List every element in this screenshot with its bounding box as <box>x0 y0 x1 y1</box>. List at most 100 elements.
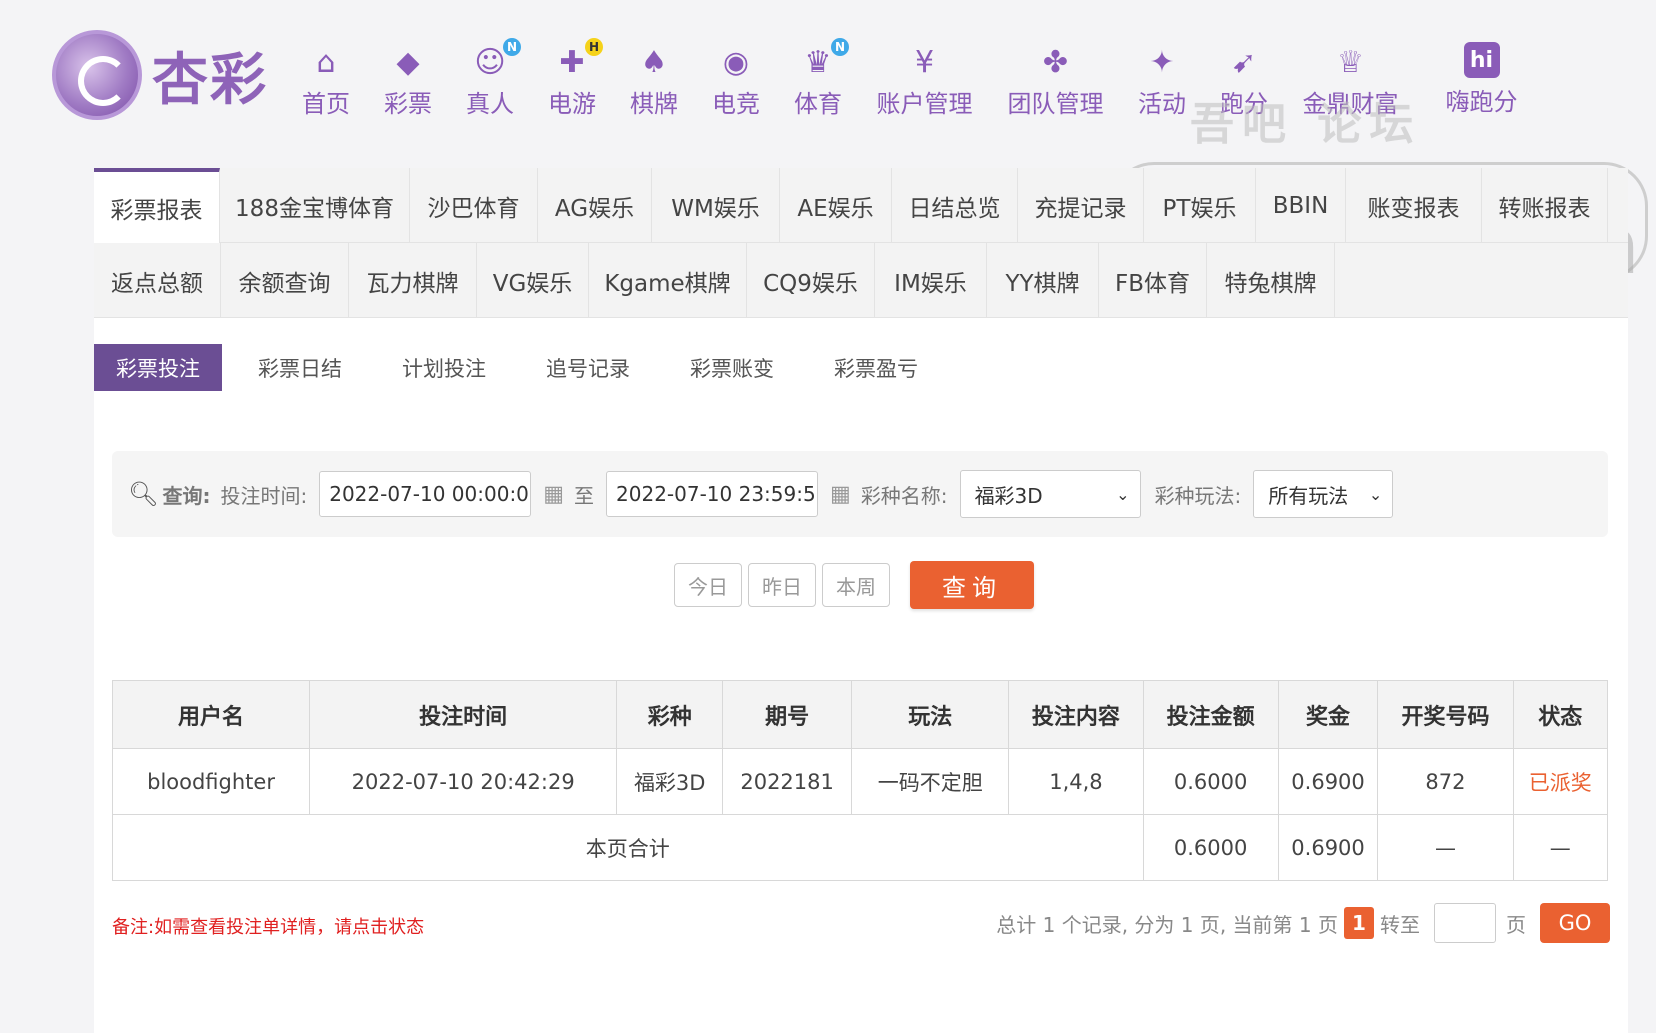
calendar-icon[interactable]: ▦ <box>830 482 851 507</box>
tab-tabs_row1-3[interactable]: AG娱乐 <box>538 168 652 243</box>
page-total-bonus: 0.6900 <box>1277 814 1379 881</box>
nav-item-5[interactable]: ◉ 电竞 <box>695 38 777 119</box>
end-time-input[interactable] <box>606 471 819 517</box>
search-button[interactable]: 查询 <box>910 561 1034 609</box>
pagination: 总计 1 个记录, 分为 1 页, 当前第 1 页 1 转至 页 GO <box>996 903 1610 943</box>
nav-badge: N <box>831 38 849 56</box>
logo-emblem-icon <box>52 30 142 120</box>
tab-tabs_row2-2[interactable]: 瓦力棋牌 <box>349 243 477 318</box>
column-header: 奖金 <box>1277 680 1379 749</box>
tab-tabs_row2-0[interactable]: 返点总额 <box>94 243 221 318</box>
game-name-select[interactable]: 福彩3D ⌄ <box>959 470 1141 518</box>
nav-item-label: 真人 <box>466 90 514 118</box>
nav-item-9[interactable]: ✦ 活动 <box>1121 38 1203 119</box>
bet-records-table: 用户名 投注时间 彩种 期号 玩法 投注内容 投注金额 奖金 开奖号码 状态 bloodfight… <box>111 680 1609 881</box>
lottery-ticket-icon: ◆ <box>396 45 420 80</box>
nav-item-8[interactable]: ✤ 团队管理 <box>990 38 1121 119</box>
bet-time-label: 投注时间: <box>220 483 308 508</box>
play-type-label: 彩种玩法: <box>1154 483 1242 508</box>
table-total-row: 本页合计 0.6000 0.6900 — — <box>112 814 1609 881</box>
tab-tabs_row2-8[interactable]: FB体育 <box>1099 243 1207 318</box>
subtab-4[interactable]: 彩票账变 <box>668 344 796 391</box>
tab-tabs_row2-3[interactable]: VG娱乐 <box>477 243 589 318</box>
table-cell: bloodfighter <box>111 748 311 815</box>
subtab-2[interactable]: 计划投注 <box>380 344 508 391</box>
column-header: 状态 <box>1512 680 1609 749</box>
column-header: 投注内容 <box>1008 680 1144 749</box>
tab-tabs_row1-0[interactable]: 彩票报表 <box>94 168 220 243</box>
nav-item-4[interactable]: ♠ 棋牌 <box>613 38 695 119</box>
nav-item-10[interactable]: ➹ 跑分 <box>1203 38 1285 119</box>
subtab-1[interactable]: 彩票日结 <box>236 344 364 391</box>
tab-tabs_row1-5[interactable]: AE娱乐 <box>780 168 892 243</box>
current-page-button[interactable]: 1 <box>1344 907 1374 939</box>
nav-item-0[interactable]: ⌂ 首页 <box>285 38 367 119</box>
nav-item-label: 体育 <box>794 90 842 118</box>
go-button[interactable]: GO <box>1540 903 1610 943</box>
tab-tabs_row2-1[interactable]: 余额查询 <box>221 243 349 318</box>
tab-tabs_row1-11[interactable]: 转账报表 <box>1482 168 1608 243</box>
calendar-icon[interactable]: ▦ <box>543 482 564 507</box>
tab-tabs_row1-8[interactable]: PT娱乐 <box>1144 168 1256 243</box>
gift-icon: ✦ <box>1149 45 1175 80</box>
tab-tabs_row1-6[interactable]: 日结总览 <box>892 168 1018 243</box>
column-header: 玩法 <box>851 680 1010 749</box>
table-header-row: 用户名 投注时间 彩种 期号 玩法 投注内容 投注金额 奖金 开奖号码 状态 <box>111 680 1609 749</box>
subtab-0[interactable]: 彩票投注 <box>94 344 222 391</box>
page-unit-label: 页 <box>1506 912 1526 937</box>
nav-item-label: 电游 <box>548 90 596 118</box>
game-name-label: 彩种名称: <box>860 483 948 508</box>
tab-tabs_row2-7[interactable]: YY棋牌 <box>987 243 1099 318</box>
nav-item-2[interactable]: ☺ N 真人 <box>449 38 531 119</box>
hi-app-icon: hi <box>1463 42 1500 78</box>
query-title: 查询: <box>162 483 211 508</box>
tab-tabs_row1-2[interactable]: 沙巴体育 <box>410 168 538 243</box>
tab-tabs_row2-4[interactable]: Kgame棋牌 <box>589 243 747 318</box>
tab-tabs_row2-6[interactable]: IM娱乐 <box>875 243 987 318</box>
team-icon: ✤ <box>1042 45 1069 80</box>
nav-item-label: 电竞 <box>712 90 760 118</box>
tab-tabs_row1-1[interactable]: 188金宝博体育 <box>220 168 410 243</box>
running-icon: ➹ <box>1231 45 1257 80</box>
tab-tabs_row1-7[interactable]: 充提记录 <box>1018 168 1144 243</box>
nav-item-6[interactable]: ♛ N 体育 <box>777 38 859 119</box>
search-icon: 🔍︎ <box>128 480 159 508</box>
subtab-5[interactable]: 彩票盈亏 <box>812 344 940 391</box>
column-header: 期号 <box>722 680 853 749</box>
tab-tabs_row1-4[interactable]: WM娱乐 <box>652 168 780 243</box>
table-cell: 2022-07-10 20:42:29 <box>309 748 618 815</box>
tab-tabs_row2-9[interactable]: 特兔棋牌 <box>1207 243 1335 318</box>
nav-item-3[interactable]: ✚ H 电游 <box>531 38 613 119</box>
tab-tabs_row1-10[interactable]: 账变报表 <box>1346 168 1482 243</box>
column-header: 投注时间 <box>309 680 618 749</box>
report-panel: 彩票报表 188金宝博体育 沙巴体育 AG娱乐 WM娱乐 AE娱乐 日结总览 充提记录 PT娱乐… <box>94 168 1628 1033</box>
status-link[interactable]: 已派奖 <box>1512 748 1609 815</box>
today-button[interactable]: 今日 <box>674 563 742 607</box>
nav-item-label: 活动 <box>1138 90 1186 118</box>
nav-item-1[interactable]: ◆ 彩票 <box>367 38 449 119</box>
main-menu: ⌂ 首页 ◆ 彩票 ☺ N 真人 ✚ H 电游 ♠ 棋牌 ◉ 电竞 ♛ N 体育 ¥ 账户管理 ✤ 团队管理 ✦ 活动 ➹ 跑分… <box>285 38 1547 119</box>
tab-tabs_row2-5[interactable]: CQ9娱乐 <box>747 243 875 318</box>
yesterday-button[interactable]: 昨日 <box>748 563 816 607</box>
nav-item-7[interactable]: ¥ 账户管理 <box>859 38 990 119</box>
chevron-down-icon: ⌄ <box>1116 484 1130 504</box>
tab-tabs_row1-9[interactable]: BBIN <box>1256 168 1346 243</box>
start-time-input[interactable] <box>319 471 532 517</box>
subtab-3[interactable]: 追号记录 <box>524 344 652 391</box>
nav-item-label: 跑分 <box>1220 90 1268 118</box>
goto-page-input[interactable] <box>1434 903 1496 943</box>
nav-item-label: 首页 <box>302 90 350 118</box>
column-header: 用户名 <box>111 680 311 749</box>
gamepad-icon: ✚ <box>559 45 585 80</box>
this-week-button[interactable]: 本周 <box>822 563 890 607</box>
remark-note: 备注:如需查看投注单详情，请点击状态 <box>112 917 425 938</box>
nav-item-label: 彩票 <box>384 90 432 118</box>
nav-item-11[interactable]: ♕ 金鼎财富 <box>1285 38 1416 119</box>
nav-item-12[interactable]: hi 嗨跑分 <box>1416 38 1547 119</box>
play-type-value: 所有玩法 <box>1268 483 1349 508</box>
brand-logo[interactable]: 杏彩 <box>52 30 292 120</box>
play-type-select[interactable]: 所有玩法 ⌄ <box>1253 470 1394 518</box>
nav-badge: N <box>503 38 521 56</box>
nav-item-label: 金鼎财富 <box>1302 90 1399 118</box>
to-label: 至 <box>574 483 595 508</box>
